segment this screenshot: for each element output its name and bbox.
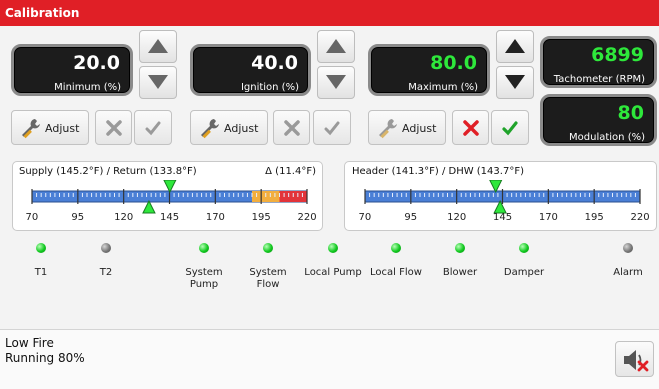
adjust-label: Adjust [402,122,437,135]
indicator-label-damper: Damper [503,267,545,278]
supply-return-panel: Supply (145.2°F) / Return (133.8°F) Δ (1… [12,161,323,231]
maximum-increase-button[interactable] [496,30,534,63]
indicator-label-t1: T1 [34,267,48,278]
title-bar: Calibration [0,0,659,26]
tick-label-170: 170 [205,212,225,223]
indicator-label-t2: T2 [99,267,113,278]
x-icon [462,120,479,136]
led-system-pump [199,243,209,253]
modulation-label: Modulation (%) [569,132,645,143]
status-bar: Low Fire Running 80% [0,329,659,389]
supply-return-scale [31,180,308,214]
ignition-cancel-button[interactable] [273,110,310,145]
mute-alarm-button[interactable] [615,341,654,377]
minimum-increase-button[interactable] [139,30,177,63]
arrow-down-icon [148,75,168,89]
minimum-value: 20.0 [73,52,120,74]
ignition-readout: 40.0 Ignition (%) [190,44,311,96]
tachometer-label: Tachometer (RPM) [553,74,645,85]
adjust-label: Adjust [45,122,80,135]
ignition-value: 40.0 [251,52,298,74]
arrow-down-icon [505,75,525,89]
led-local-pump [328,243,338,253]
tick-label-195: 195 [584,212,604,223]
header-dhw-title: Header (141.3°F) / DHW (143.7°F) [352,166,524,177]
indicator-label-local-pump: Local Pump [304,267,362,278]
maximum-cancel-button[interactable] [452,110,489,145]
tick-label-95: 95 [404,212,418,223]
ignition-label: Ignition (%) [240,82,299,93]
arrow-up-icon [505,39,525,53]
led-t2 [101,243,111,253]
modulation-readout: 80 Modulation (%) [540,94,657,146]
ignition-increase-button[interactable] [317,30,355,63]
tick-label-145: 145 [160,212,180,223]
tick-label-195: 195 [251,212,271,223]
adjust-label: Adjust [224,122,259,135]
ignition-adjust-button[interactable]: Adjust [190,110,268,145]
check-icon [324,121,340,136]
check-icon [502,121,518,136]
tick-label-70: 70 [25,212,39,223]
arrow-up-icon [148,39,168,53]
maximum-readout: 80.0 Maximum (%) [368,44,490,96]
tick-label-70: 70 [358,212,372,223]
tick-label-170: 170 [538,212,558,223]
header-dhw-panel: Header (141.3°F) / DHW (143.7°F) 70 95 120… [344,161,657,231]
wrench-icon [201,119,219,139]
modulation-value: 80 [617,102,644,124]
wrench-icon [22,119,40,139]
minimum-cancel-button[interactable] [95,110,132,145]
led-blower [455,243,465,253]
ignition-confirm-button[interactable] [313,110,351,145]
indicator-label-system-pump: System Pump [185,267,223,290]
tick-label-120: 120 [447,212,467,223]
wrench-icon [379,119,397,139]
indicator-label-alarm: Alarm [613,267,643,278]
maximum-label: Maximum (%) [408,82,478,93]
tick-label-120: 120 [114,212,134,223]
led-alarm [623,243,633,253]
check-icon [145,121,161,136]
header-marker [489,180,503,194]
tachometer-value: 6899 [591,44,644,66]
indicator-label-system-flow: System Flow [249,267,287,290]
supply-return-title: Supply (145.2°F) / Return (133.8°F) [19,166,197,177]
tick-label-145: 145 [493,212,513,223]
supply-marker [163,180,177,194]
maximum-adjust-button[interactable]: Adjust [368,110,446,145]
header-dhw-scale [364,180,641,214]
header-dhw-ticks: 70 95 120 145 170 195 220 [345,212,658,226]
arrow-down-icon [326,75,346,89]
x-icon [283,120,300,136]
tick-label-220: 220 [630,212,650,223]
maximum-value: 80.0 [430,52,477,74]
maximum-decrease-button[interactable] [496,66,534,99]
delta-readout: Δ (11.4°F) [265,166,316,177]
led-system-flow [263,243,273,253]
indicator-label-local-flow: Local Flow [370,267,422,278]
led-local-flow [391,243,401,253]
x-icon [105,120,122,136]
led-damper [519,243,529,253]
arrow-up-icon [326,39,346,53]
minimum-adjust-button[interactable]: Adjust [11,110,89,145]
ignition-decrease-button[interactable] [317,66,355,99]
maximum-confirm-button[interactable] [491,110,529,145]
minimum-confirm-button[interactable] [134,110,172,145]
window-title: Calibration [5,6,80,20]
led-t1 [36,243,46,253]
minimum-decrease-button[interactable] [139,66,177,99]
status-line-2: Running 80% [5,351,85,365]
minimum-label: Minimum (%) [54,82,121,93]
minimum-readout: 20.0 Minimum (%) [11,44,133,96]
supply-return-ticks: 70 95 120 145 170 195 220 [13,212,324,226]
tick-label-220: 220 [297,212,317,223]
indicator-label-blower: Blower [442,267,478,278]
tachometer-readout: 6899 Tachometer (RPM) [540,36,657,88]
status-line-1: Low Fire [5,336,54,350]
speaker-muted-icon [624,350,649,372]
tick-label-95: 95 [71,212,85,223]
indicator-row: T1 T2 System Pump System Flow Local Pump Loca… [0,240,659,320]
